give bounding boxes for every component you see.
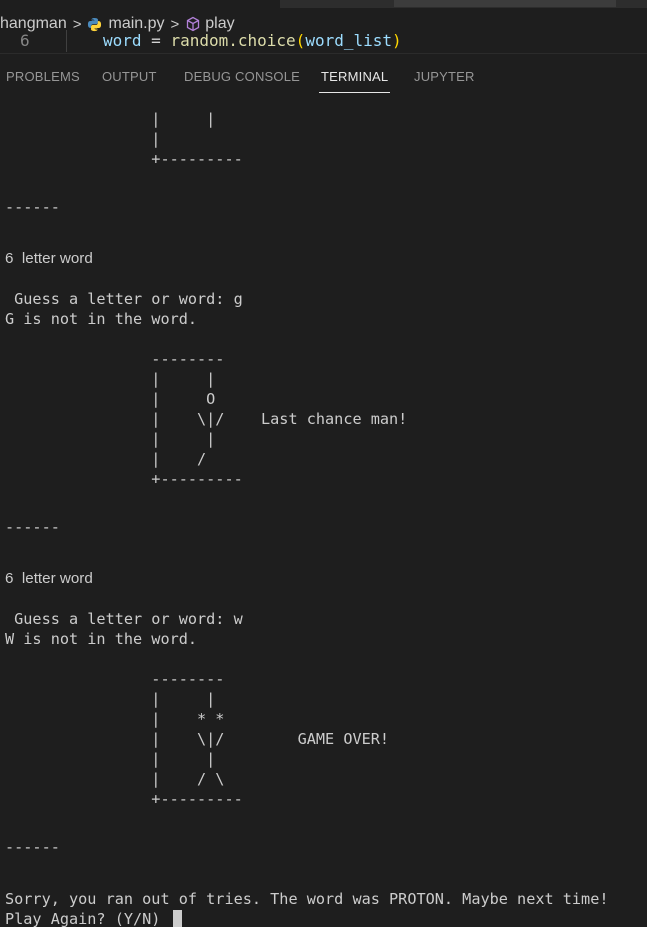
code-token-arg: word_list	[305, 31, 393, 50]
tab-jupyter[interactable]: JUPYTER	[414, 69, 475, 84]
terminal-line: ------	[5, 198, 60, 216]
code-peek-line: 6 word = random.choice(word_list)	[0, 30, 647, 52]
tab-terminal[interactable]: TERMINAL	[318, 69, 391, 93]
terminal-line: Sorry, you ran out of tries. The word wa…	[5, 890, 609, 908]
tab-output[interactable]: OUTPUT	[102, 69, 157, 84]
panel-tab-bar: PROBLEMS OUTPUT DEBUG CONSOLE TERMINAL J…	[0, 54, 647, 98]
code-text[interactable]: word = random.choice(word_list)	[103, 31, 402, 50]
terminal-line: | |	[5, 370, 216, 388]
terminal-line: +---------	[5, 790, 243, 808]
terminal-line: Guess a letter or word: w	[5, 610, 243, 628]
terminal-prompt-text: Play Again? (Y/N)	[5, 910, 170, 927]
terminal-line: ------	[5, 518, 60, 536]
editor-tab-strip-highlight	[394, 0, 616, 7]
terminal-prompt-line: Play Again? (Y/N)	[5, 909, 182, 927]
terminal-line: +---------	[5, 150, 243, 168]
terminal-line: | \|/ Last chance man!	[5, 410, 408, 428]
terminal-line: | |	[5, 430, 216, 448]
terminal-line: | |	[5, 750, 216, 768]
terminal-line: +---------	[5, 470, 243, 488]
terminal-line: Guess a letter or word: g	[5, 290, 243, 308]
terminal-line: ------	[5, 838, 60, 856]
terminal-line: --------	[5, 350, 225, 368]
terminal-line-text: 6 letter word	[5, 250, 93, 267]
code-token-paren-open: (	[295, 31, 306, 50]
tab-debug-console[interactable]: DEBUG CONSOLE	[184, 69, 300, 84]
code-token-fn: random.choice	[170, 31, 296, 50]
code-token-paren-close: )	[392, 31, 402, 50]
terminal-line: |	[5, 130, 161, 148]
terminal-line: | |	[5, 110, 216, 128]
code-token-var: word	[103, 31, 142, 50]
tab-problems[interactable]: PROBLEMS	[6, 69, 80, 84]
code-token-op: =	[141, 31, 171, 50]
terminal-line-text: 6 letter word	[5, 570, 93, 587]
terminal-cursor	[172, 910, 182, 927]
terminal-line: 6 letter word	[5, 249, 93, 269]
gutter-divider	[66, 30, 67, 52]
terminal-line: G is not in the word.	[5, 310, 198, 328]
terminal-line: | * *	[5, 710, 225, 728]
terminal-line: | /	[5, 450, 207, 468]
terminal-line: | / \	[5, 770, 225, 788]
line-number: 6	[20, 31, 30, 50]
terminal-line: 6 letter word	[5, 569, 93, 589]
terminal-line: | \|/ GAME OVER!	[5, 730, 390, 748]
terminal-line: | |	[5, 690, 216, 708]
terminal-line: | O	[5, 390, 216, 408]
editor-tab-strip	[280, 0, 647, 8]
terminal-line: W is not in the word.	[5, 630, 198, 648]
terminal-line: --------	[5, 670, 225, 688]
terminal-output[interactable]: | | | +--------- ------ 6 letter word Gu…	[0, 98, 647, 927]
